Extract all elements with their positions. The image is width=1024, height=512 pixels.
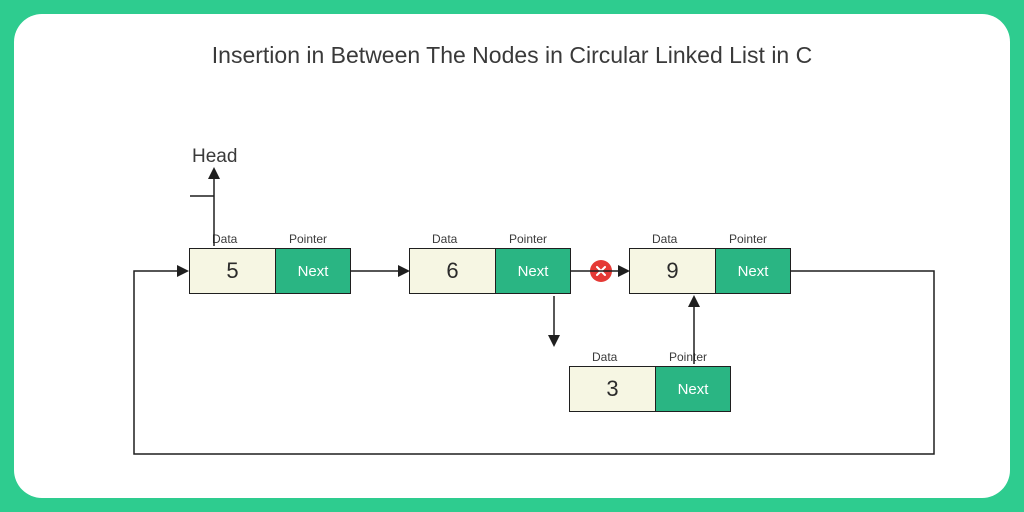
node2-value: 6 <box>410 249 496 293</box>
node3-data-label: Data <box>652 232 677 246</box>
head-label: Head <box>192 146 237 168</box>
node1-value: 5 <box>190 249 276 293</box>
node1-data-label: Data <box>212 232 237 246</box>
node3-pointer-label: Pointer <box>729 232 767 246</box>
node2-pointer-label: Pointer <box>509 232 547 246</box>
node3-value: 9 <box>630 249 716 293</box>
cross-icon <box>596 266 606 276</box>
node-ins-data-label: Data <box>592 350 617 364</box>
node3-next: Next <box>716 249 790 293</box>
node-ins-value: 3 <box>570 367 656 411</box>
node1-next: Next <box>276 249 350 293</box>
node-inserted: 3 Next <box>569 366 731 412</box>
outer-frame: Insertion in Between The Nodes in Circul… <box>0 0 1024 512</box>
node-ins-next: Next <box>656 367 730 411</box>
diagram-title: Insertion in Between The Nodes in Circul… <box>14 42 1010 69</box>
node-1: 5 Next <box>189 248 351 294</box>
node2-data-label: Data <box>432 232 457 246</box>
diagram-canvas: Insertion in Between The Nodes in Circul… <box>14 14 1010 498</box>
node-3: 9 Next <box>629 248 791 294</box>
node-ins-pointer-label: Pointer <box>669 350 707 364</box>
arrow-circular-back <box>134 271 934 454</box>
node1-pointer-label: Pointer <box>289 232 327 246</box>
broken-link-badge <box>590 260 612 282</box>
node-2: 6 Next <box>409 248 571 294</box>
node2-next: Next <box>496 249 570 293</box>
